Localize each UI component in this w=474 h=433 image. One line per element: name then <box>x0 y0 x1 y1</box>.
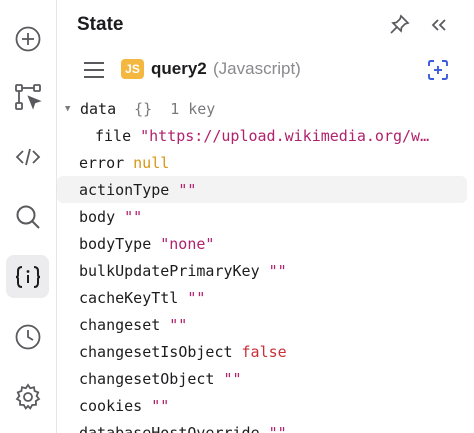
tree-value: "" <box>268 261 287 280</box>
tree-node-file[interactable]: file "https://upload.wikimedia.org/w… <box>57 122 467 149</box>
tree-row[interactable]: changeset "" <box>57 311 467 338</box>
tree-node-data[interactable]: ▼ data {} 1 key <box>57 95 467 122</box>
history-icon <box>15 324 40 349</box>
panel-header: State <box>57 0 474 50</box>
code-icon <box>15 148 40 165</box>
tree-key: error <box>79 153 125 172</box>
tree-row[interactable]: bodyType "none" <box>57 230 467 257</box>
code-button[interactable] <box>6 135 49 178</box>
tree-row[interactable]: actionType "" <box>57 176 467 203</box>
tree-key: changesetIsObject <box>79 342 233 361</box>
pin-button[interactable] <box>386 12 412 38</box>
state-tree: ▼ data {} 1 key file "https://upload.wik… <box>57 95 474 433</box>
tree-key: file <box>95 126 132 145</box>
tree-row[interactable]: cacheKeyTtl "" <box>57 284 467 311</box>
history-button[interactable] <box>6 315 49 358</box>
tree-key: body <box>79 207 116 226</box>
tree-row[interactable]: bulkUpdatePrimaryKey "" <box>57 257 467 284</box>
tree-key: bulkUpdatePrimaryKey <box>79 261 260 280</box>
tree-key: cacheKeyTtl <box>79 288 179 307</box>
search-button[interactable] <box>6 195 49 238</box>
tree-key: actionType <box>79 180 170 199</box>
tree-row[interactable]: cookies "" <box>57 392 467 419</box>
expand-caret-icon[interactable]: ▼ <box>65 104 70 114</box>
state-icon <box>15 265 40 288</box>
add-icon <box>15 26 40 51</box>
state-panel: State JS query2 (Javascript) ▼ data {} 1… <box>57 0 474 433</box>
state-button[interactable] <box>6 255 49 298</box>
tree-value: "" <box>187 288 206 307</box>
settings-icon <box>15 382 40 410</box>
tree-value: "" <box>169 315 188 334</box>
tree-value: "" <box>178 180 197 199</box>
add-button[interactable] <box>6 17 49 60</box>
page-title: State <box>77 14 124 35</box>
tree-row[interactable]: changesetObject "" <box>57 365 467 392</box>
tree-row[interactable]: error null <box>57 149 467 176</box>
menu-icon <box>84 62 104 78</box>
tree-value: false <box>241 342 287 361</box>
flow-icon <box>14 83 42 110</box>
focus-icon <box>428 60 448 80</box>
javascript-badge: JS <box>121 59 144 79</box>
menu-button[interactable] <box>81 58 107 82</box>
tree-count: 1 key <box>170 99 216 118</box>
collapse-icon <box>431 19 446 31</box>
tree-key: cookies <box>79 396 143 415</box>
tree-type: {} <box>134 99 153 118</box>
tree-row[interactable]: databaseHostOverride "" <box>57 419 467 433</box>
tree-value: "" <box>124 207 143 226</box>
settings-button[interactable] <box>6 375 49 418</box>
query-header: JS query2 (Javascript) <box>57 50 474 90</box>
tree-key: changeset <box>79 315 161 334</box>
tree-value: "https://upload.wikimedia.org/w… <box>140 126 430 145</box>
tree-row[interactable]: changesetIsObject false <box>57 338 467 365</box>
tree-row[interactable]: body "" <box>57 203 467 230</box>
collapse-button[interactable] <box>426 12 452 38</box>
left-rail <box>0 0 57 433</box>
tree-key: data <box>80 99 117 118</box>
focus-button[interactable] <box>424 56 452 84</box>
tree-key: changesetObject <box>79 369 215 388</box>
pin-icon <box>390 14 410 34</box>
search-icon <box>16 205 40 229</box>
tree-key: databaseHostOverride <box>79 423 260 433</box>
tree-key: bodyType <box>79 234 152 253</box>
query-name[interactable]: query2 <box>151 59 207 79</box>
tree-value: "" <box>151 396 170 415</box>
flow-button[interactable] <box>6 75 49 118</box>
query-type: (Javascript) <box>213 59 301 78</box>
tree-value: "none" <box>160 234 215 253</box>
tree-value: "" <box>268 423 287 433</box>
tree-value: null <box>133 153 170 172</box>
tree-value: "" <box>223 369 242 388</box>
